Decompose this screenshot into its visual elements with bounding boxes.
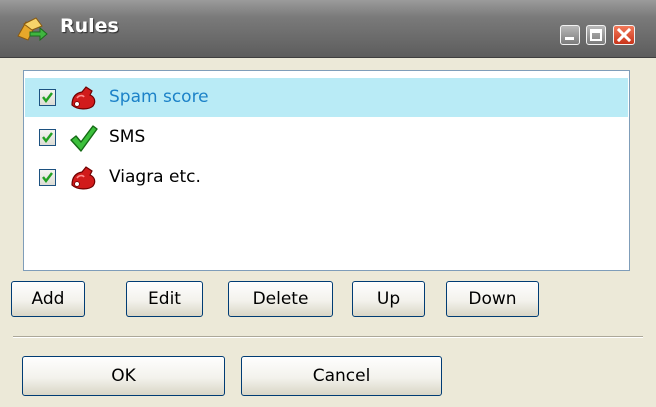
rule-checkbox[interactable] bbox=[39, 129, 56, 146]
window-title: Rules bbox=[60, 15, 119, 37]
rule-label: Viagra etc. bbox=[109, 167, 201, 187]
maximize-button[interactable] bbox=[586, 25, 606, 45]
delete-button[interactable]: Delete bbox=[228, 281, 333, 317]
rule-row-viagra[interactable]: Viagra etc. bbox=[25, 158, 628, 197]
rule-checkbox[interactable] bbox=[39, 169, 56, 186]
green-check-icon bbox=[68, 123, 98, 153]
maximize-icon bbox=[590, 29, 602, 41]
rule-row-spam-score[interactable]: Spam score bbox=[25, 78, 628, 117]
add-button[interactable]: Add bbox=[11, 281, 85, 317]
up-button[interactable]: Up bbox=[352, 281, 425, 317]
ok-button[interactable]: OK bbox=[22, 356, 225, 396]
close-icon bbox=[616, 27, 632, 43]
rule-row-sms[interactable]: SMS bbox=[25, 118, 628, 157]
minimize-button[interactable] bbox=[560, 25, 580, 45]
rules-icon bbox=[14, 14, 48, 44]
red-hand-icon bbox=[68, 83, 98, 113]
minimize-icon bbox=[565, 37, 574, 40]
rule-checkbox[interactable] bbox=[39, 89, 56, 106]
title-bar[interactable]: Rules bbox=[0, 0, 656, 58]
edit-button[interactable]: Edit bbox=[126, 281, 203, 317]
rules-dialog: Rules Spam score SMS Viagra etc. Add Edi… bbox=[0, 0, 656, 407]
rules-list[interactable]: Spam score SMS Viagra etc. bbox=[23, 70, 630, 271]
cancel-button[interactable]: Cancel bbox=[241, 356, 442, 396]
down-button[interactable]: Down bbox=[446, 281, 539, 317]
red-hand-icon bbox=[68, 163, 98, 193]
divider bbox=[13, 336, 643, 338]
rule-label: SMS bbox=[109, 127, 146, 147]
rule-label: Spam score bbox=[109, 87, 209, 107]
close-button[interactable] bbox=[613, 25, 635, 45]
